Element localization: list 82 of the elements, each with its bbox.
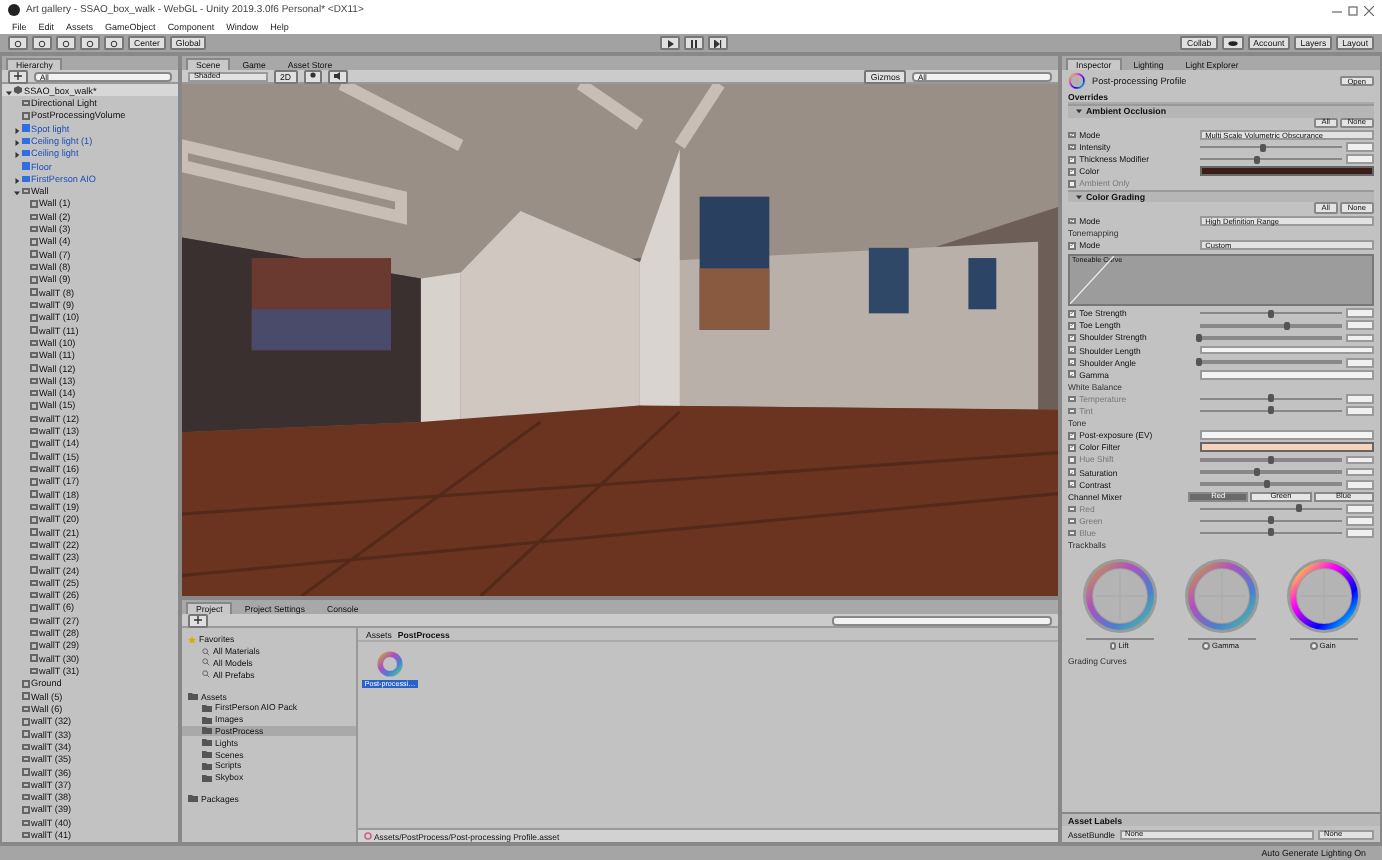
expanded-arrow-icon[interactable] [14, 190, 20, 197]
search-field[interactable] [832, 615, 1052, 625]
cloud-icon[interactable] [1221, 36, 1244, 50]
number-field[interactable] [1346, 394, 1374, 404]
expanded-arrow-icon[interactable] [6, 89, 12, 96]
expanded-arrow-icon[interactable] [1076, 108, 1082, 115]
color-swatch[interactable] [1199, 166, 1374, 177]
color-ring-asset-icon[interactable] [376, 650, 404, 678]
override-checkbox[interactable] [1068, 155, 1076, 164]
number-field[interactable] [1346, 406, 1374, 416]
number-field[interactable] [1199, 345, 1374, 355]
override-checkbox[interactable] [1068, 346, 1076, 354]
override-checkbox[interactable] [1068, 168, 1076, 176]
override-checkbox[interactable] [1068, 456, 1076, 464]
color-wheel-drawing [1079, 555, 1159, 636]
number-field[interactable] [1346, 515, 1374, 526]
override-checkbox[interactable] [1068, 334, 1076, 342]
slider-thumb[interactable] [1296, 504, 1303, 513]
slider-thumb[interactable] [1253, 155, 1260, 164]
minimize-icon[interactable] [1332, 5, 1342, 15]
number-field[interactable] [1346, 308, 1374, 319]
override-checkbox[interactable] [1068, 529, 1076, 537]
color-ring-icon [364, 832, 372, 840]
override-checkbox[interactable] [1068, 131, 1076, 139]
slider-thumb[interactable] [1260, 143, 1267, 152]
override-checkbox[interactable] [1068, 143, 1076, 151]
number-field[interactable] [1346, 467, 1374, 477]
slider-thumb[interactable] [1267, 516, 1274, 525]
number-field[interactable] [1346, 503, 1374, 514]
override-checkbox[interactable] [1068, 407, 1076, 415]
override-checkbox[interactable] [1068, 431, 1076, 440]
number-field[interactable] [1346, 455, 1374, 465]
override-checkbox[interactable] [1068, 310, 1076, 318]
collapsed-arrow-icon[interactable] [14, 177, 20, 184]
play-icon[interactable] [659, 36, 680, 50]
override-checkbox[interactable] [1068, 444, 1076, 452]
slider-thumb[interactable] [1267, 406, 1274, 415]
override-checkbox[interactable] [1068, 370, 1076, 379]
number-field[interactable] [1346, 357, 1374, 368]
maximize-icon[interactable] [1348, 5, 1358, 15]
add-icon[interactable] [14, 72, 22, 80]
expanded-arrow-icon[interactable] [1076, 194, 1082, 201]
close-icon[interactable] [1364, 5, 1374, 15]
pause-icon[interactable] [683, 36, 704, 50]
override-checkbox[interactable] [1068, 217, 1076, 225]
number-field[interactable] [1346, 154, 1374, 165]
number-field[interactable] [1199, 369, 1374, 380]
slider-thumb[interactable] [1267, 528, 1274, 537]
override-checkbox[interactable] [1068, 180, 1076, 188]
add-icon[interactable] [194, 616, 202, 624]
unity-logo-icon [8, 4, 20, 16]
folder-icon [188, 794, 198, 803]
slider-thumb[interactable] [1253, 467, 1260, 476]
number-field[interactable] [1346, 528, 1374, 538]
number-field[interactable] [1346, 479, 1374, 489]
override-checkbox[interactable] [1068, 517, 1076, 525]
number-field[interactable] [1346, 320, 1374, 331]
override-checkbox[interactable] [1068, 505, 1076, 513]
number-field[interactable] [1199, 430, 1374, 441]
color-wheel-drawing [1068, 72, 1086, 90]
override-checkbox[interactable] [1068, 358, 1076, 366]
number-field[interactable] [1346, 142, 1374, 153]
unity-scene-icon [14, 86, 22, 95]
color-wheel-drawing [1283, 555, 1363, 636]
override-checkbox[interactable] [1068, 395, 1076, 403]
slider-thumb[interactable] [1267, 455, 1274, 464]
color-swatch[interactable] [1199, 442, 1374, 453]
slider-thumb[interactable] [1284, 321, 1291, 330]
slider-thumb[interactable] [1196, 358, 1203, 367]
color-wheel-drawing [1181, 555, 1261, 636]
override-checkbox[interactable] [1068, 322, 1076, 330]
slider-thumb[interactable] [1267, 394, 1274, 403]
override-checkbox[interactable] [1068, 468, 1076, 476]
number-field[interactable] [1346, 333, 1374, 343]
step-icon[interactable] [707, 36, 728, 50]
override-checkbox[interactable] [1068, 480, 1076, 488]
slider-thumb[interactable] [1196, 333, 1203, 342]
override-checkbox[interactable] [1068, 241, 1076, 249]
slider-thumb[interactable] [1267, 309, 1274, 318]
slider-thumb[interactable] [1263, 480, 1270, 489]
star-icon [188, 635, 196, 644]
search-icon [202, 670, 210, 679]
